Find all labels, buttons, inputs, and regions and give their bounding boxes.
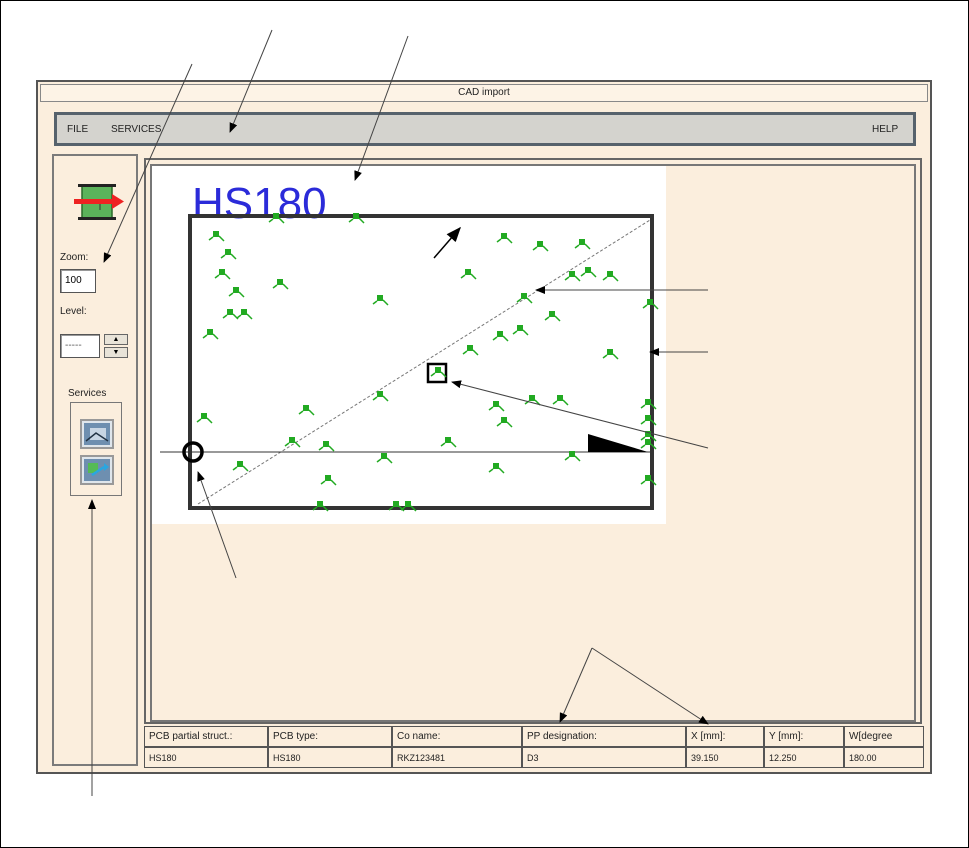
services-toolbox bbox=[70, 402, 122, 496]
menu-services[interactable]: SERVICES bbox=[111, 124, 161, 135]
status-value: HS180 bbox=[144, 747, 268, 768]
component-marker[interactable] bbox=[462, 345, 479, 356]
side-panel: Zoom: 100 Level: ----- ▲ ▼ Services bbox=[52, 154, 138, 766]
window-title: CAD import bbox=[40, 84, 928, 102]
status-header: X [mm]: bbox=[686, 726, 764, 747]
component-marker[interactable] bbox=[524, 395, 541, 406]
status-header: PCB partial struct.: bbox=[144, 726, 268, 747]
component-marker[interactable] bbox=[298, 405, 315, 416]
zoom-label: Zoom: bbox=[60, 252, 89, 263]
status-value: 12.250 bbox=[764, 747, 844, 768]
component-marker[interactable] bbox=[488, 463, 505, 474]
status-column: X [mm]: 39.150 bbox=[686, 726, 764, 768]
status-column: Co name: RKZ123481 bbox=[392, 726, 522, 768]
component-marker[interactable] bbox=[602, 349, 619, 360]
component-marker[interactable] bbox=[214, 269, 231, 280]
cad-import-window: CAD import FILE SERVICES HELP Zoom: 100 … bbox=[36, 80, 932, 774]
component-marker[interactable] bbox=[574, 239, 591, 250]
component-marker[interactable] bbox=[532, 241, 549, 252]
diagonal-line bbox=[197, 219, 651, 505]
status-header: Y [mm]: bbox=[764, 726, 844, 747]
pcb-board-view: HS180 bbox=[160, 179, 659, 512]
component-marker[interactable] bbox=[580, 267, 597, 278]
component-marker[interactable] bbox=[372, 391, 389, 402]
component-marker[interactable] bbox=[602, 271, 619, 282]
component-marker[interactable] bbox=[372, 295, 389, 306]
status-header: W[degree bbox=[844, 726, 924, 747]
component-marker[interactable] bbox=[202, 329, 219, 340]
menu-help[interactable]: HELP bbox=[872, 124, 898, 135]
status-column: PP designation: D3 bbox=[522, 726, 686, 768]
status-value: D3 bbox=[522, 747, 686, 768]
level-field[interactable]: ----- bbox=[60, 334, 100, 358]
component-marker[interactable] bbox=[430, 367, 447, 378]
cad-import-icon bbox=[74, 184, 124, 220]
zoom-field[interactable]: 100 bbox=[60, 269, 96, 293]
component-marker[interactable] bbox=[222, 309, 239, 320]
service-1-icon bbox=[84, 423, 110, 445]
component-marker[interactable] bbox=[196, 413, 213, 424]
component-marker[interactable] bbox=[516, 293, 533, 304]
work-area: HS180 bbox=[150, 164, 916, 722]
component-marker[interactable] bbox=[284, 437, 301, 448]
status-header: PCB type: bbox=[268, 726, 392, 747]
status-column: PCB partial struct.: HS180 bbox=[144, 726, 268, 768]
board-outline bbox=[188, 214, 654, 510]
component-marker[interactable] bbox=[488, 401, 505, 412]
component-marker[interactable] bbox=[552, 395, 569, 406]
level-up-button[interactable]: ▲ bbox=[104, 334, 128, 345]
service-1-button[interactable] bbox=[80, 419, 114, 449]
component-marker[interactable] bbox=[220, 249, 237, 260]
status-column: Y [mm]: 12.250 bbox=[764, 726, 844, 768]
status-column: PCB type: HS180 bbox=[268, 726, 392, 768]
component-marker[interactable] bbox=[228, 287, 245, 298]
board-name-label: HS180 bbox=[192, 179, 327, 228]
component-marker[interactable] bbox=[496, 233, 513, 244]
menu-bar: FILE SERVICES HELP bbox=[54, 112, 916, 146]
status-value: RKZ123481 bbox=[392, 747, 522, 768]
component-marker[interactable] bbox=[272, 279, 289, 290]
component-marker[interactable] bbox=[376, 453, 393, 464]
status-column: W[degree 180.00 bbox=[844, 726, 924, 768]
status-value: 39.150 bbox=[686, 747, 764, 768]
level-down-button[interactable]: ▼ bbox=[104, 347, 128, 358]
status-value: 180.00 bbox=[844, 747, 924, 768]
component-marker[interactable] bbox=[496, 417, 513, 428]
component-marker[interactable] bbox=[492, 331, 509, 342]
component-marker[interactable] bbox=[512, 325, 529, 336]
component-marker[interactable] bbox=[460, 269, 477, 280]
angle-marker bbox=[588, 434, 648, 452]
component-marker[interactable] bbox=[208, 231, 225, 242]
status-header: Co name: bbox=[392, 726, 522, 747]
pcb-canvas[interactable]: HS180 bbox=[152, 166, 666, 524]
component-marker[interactable] bbox=[232, 461, 249, 472]
component-marker[interactable] bbox=[236, 309, 253, 320]
service-2-button[interactable] bbox=[80, 455, 114, 485]
status-header: PP designation: bbox=[522, 726, 686, 747]
component-marker[interactable] bbox=[544, 311, 561, 322]
component-marker[interactable] bbox=[320, 475, 337, 486]
level-label: Level: bbox=[60, 306, 87, 317]
status-table: PCB partial struct.: HS180 PCB type: HS180 C… bbox=[144, 726, 924, 768]
status-value: HS180 bbox=[268, 747, 392, 768]
component-marker[interactable] bbox=[318, 441, 335, 452]
services-label: Services bbox=[68, 388, 107, 399]
service-2-icon bbox=[84, 459, 110, 481]
components-layer bbox=[196, 213, 659, 512]
component-marker[interactable] bbox=[440, 437, 457, 448]
menu-file[interactable]: FILE bbox=[67, 124, 88, 135]
